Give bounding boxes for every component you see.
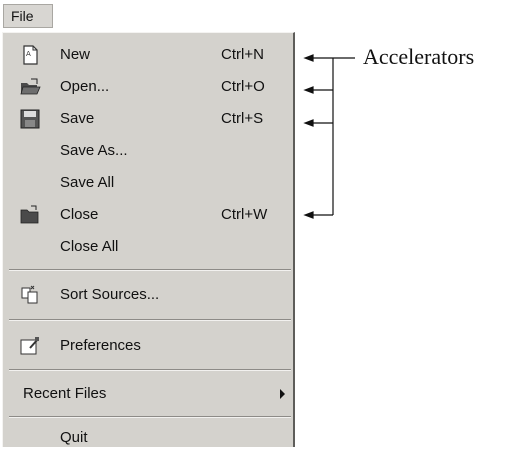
annotation-arrow-new xyxy=(303,54,314,62)
annotation-arrow-save xyxy=(303,119,314,127)
annotation-arrow-close xyxy=(303,211,314,219)
annotation-arrow-open xyxy=(303,86,314,94)
annotation-label: Accelerators xyxy=(363,44,475,69)
